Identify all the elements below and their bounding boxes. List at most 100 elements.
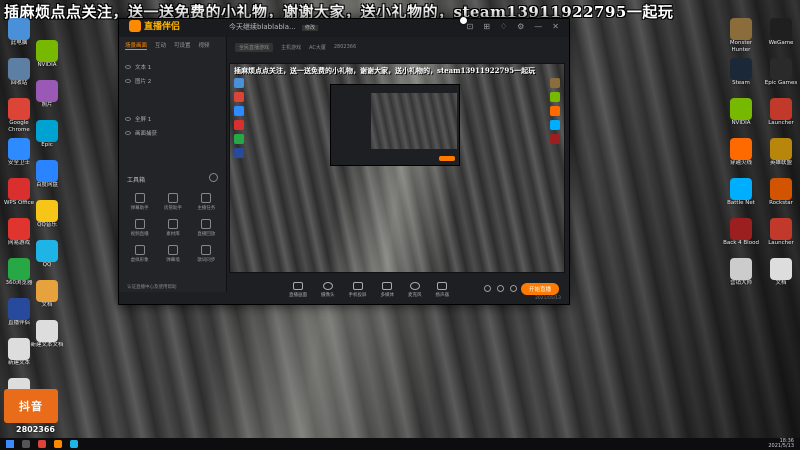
desktop-icon[interactable]: Back 4 Blood [722, 218, 760, 254]
desktop-icon-label: 新建文本文档 [30, 342, 64, 348]
desktop-icon[interactable]: Steam [722, 58, 760, 94]
desktop-icon-label: 营销大师 [729, 280, 752, 286]
scene-item[interactable]: 画面捕获 [119, 126, 226, 140]
close-icon[interactable]: ✕ [552, 22, 559, 31]
stream-title[interactable]: 今天继续blablabla... 修改 [229, 22, 318, 32]
game-icon [730, 18, 752, 40]
desktop-icon[interactable]: 营销大师 [722, 258, 760, 294]
tool-icon [201, 219, 212, 229]
desktop-icon[interactable]: Rockstar [762, 178, 800, 214]
scene-item[interactable]: 图片 2 [119, 74, 226, 88]
toolbox-item[interactable]: 弹幕墙 [156, 245, 189, 263]
desktop-icon[interactable]: QQ [28, 240, 66, 276]
eye-icon[interactable] [125, 131, 131, 135]
live-app-taskbar-icon[interactable] [54, 440, 62, 448]
toolbox-item[interactable]: 歌词同步 [190, 245, 223, 263]
gear-icon[interactable] [510, 285, 517, 292]
computer-icon [234, 78, 244, 88]
desktop-icon[interactable]: NVIDIA [28, 40, 66, 76]
qq-taskbar-icon[interactable] [70, 440, 78, 448]
app-logo-icon [129, 19, 141, 32]
desktop-icon[interactable]: NVIDIA [722, 98, 760, 134]
tool-label: 弹幕墙 [166, 258, 180, 263]
tab-interact[interactable]: 互动 [155, 41, 166, 50]
toolbox-item[interactable]: 直播回放 [190, 219, 223, 237]
sidebar-footer-link[interactable]: 认证直播中心及使用帮助 [127, 284, 177, 290]
scene-item[interactable]: 文本 1 [119, 60, 226, 74]
desktop-icon-label: 照片 [41, 102, 53, 108]
record-icon[interactable] [484, 285, 491, 292]
clock-date: 2021/5/13 [768, 443, 794, 449]
shop-icon[interactable]: ⊞ [483, 22, 490, 31]
battle-icon [550, 120, 560, 130]
desktop-icon[interactable]: 文档 [762, 258, 800, 294]
launcher-icon [770, 218, 792, 240]
minimize-icon[interactable]: — [534, 22, 542, 31]
toolbox-item[interactable]: 视频直播 [123, 219, 156, 237]
computer-icon [8, 18, 30, 40]
desktop-icon[interactable]: QQ音乐 [28, 200, 66, 236]
toolbox-item[interactable]: 主播任务 [190, 193, 223, 211]
system-clock[interactable]: 18:36 2021/5/13 [768, 439, 794, 449]
epic-icon [770, 58, 792, 80]
chrome-taskbar-icon[interactable] [38, 440, 46, 448]
stream-preview[interactable]: 插麻烦点点关注，送一送免费的小礼物，谢谢大家，送小礼物的，steam139119… [229, 63, 565, 273]
settings-icon[interactable]: ⚙ [517, 22, 524, 31]
desktop-icon[interactable]: WeGame [762, 18, 800, 54]
tab-settings[interactable]: 可设置 [174, 41, 191, 50]
eye-icon[interactable] [125, 117, 131, 121]
toolbox-settings-icon[interactable] [209, 173, 218, 182]
rockstar-icon [770, 178, 792, 200]
category-tag[interactable]: 全民直播游戏 [235, 42, 274, 52]
start-button-icon[interactable] [6, 440, 14, 448]
desktop-icon-label: Back 4 Blood [723, 240, 759, 246]
wegame-icon [770, 18, 792, 40]
mouse-cursor [460, 17, 467, 24]
window-controls: ⊡ ⊞ ♢ ⚙ — ✕ [467, 22, 559, 31]
edit-title-tag[interactable]: 修改 [301, 25, 318, 31]
scene-sidebar: 场景画面 互动 可设置 视频 文本 1 图片 2 全屏 1 画面捕获 工具箱 弹… [119, 37, 227, 292]
desktop-icon[interactable]: 新建文本文档 [28, 320, 66, 356]
subcategory-tag[interactable]: 主机游戏 [281, 44, 301, 51]
eye-icon[interactable] [125, 79, 131, 83]
desktop-icon[interactable]: Battle Net [722, 178, 760, 214]
effects-icon[interactable] [497, 285, 504, 292]
phone-icon [352, 282, 363, 290]
toolbox-item[interactable]: 房管助手 [156, 193, 189, 211]
desktop-icon[interactable]: 穿越火线 [722, 138, 760, 174]
desktop-icon[interactable]: 文档 [28, 280, 66, 316]
tab-scene[interactable]: 场景画面 [125, 41, 148, 50]
tool-label: 弹幕助手 [130, 206, 149, 211]
room-name: AC大厦 [309, 44, 326, 51]
toolbox-item[interactable]: 虚拟形象 [123, 245, 156, 263]
toolbox-grid: 弹幕助手 房管助手 主播任务视频直播 素材库 直播回放虚拟形象 弹幕墙 歌词同步 [123, 193, 223, 263]
desktop-icon[interactable]: 英雄联盟 [762, 138, 800, 174]
desktop-icon[interactable]: Monster Hunter [722, 18, 760, 54]
preview-icons-right [550, 78, 560, 144]
desktop-icon[interactable]: Epic [28, 120, 66, 156]
toolbox-title: 工具箱 [127, 177, 146, 184]
tool-icon [134, 193, 145, 203]
toolbox-item[interactable]: 素材库 [156, 219, 189, 237]
toolbox-item[interactable]: 弹幕助手 [123, 193, 156, 211]
bell-icon[interactable]: ♢ [500, 22, 507, 31]
tab-video[interactable]: 视频 [199, 41, 210, 50]
tool-label: 虚拟形象 [130, 258, 149, 263]
desktop-icon[interactable]: Launcher [762, 218, 800, 254]
gift-icon[interactable]: ⊡ [467, 22, 474, 31]
search-icon[interactable] [22, 440, 30, 448]
scene-item[interactable]: 全屏 1 [119, 112, 226, 126]
tool-icon [167, 245, 178, 255]
desktop-icons-right-2: WeGame Epic Games Launcher 英雄联盟 Rockstar Laun… [762, 18, 800, 294]
desktop-icon[interactable]: Epic Games [762, 58, 800, 94]
desktop-icon[interactable]: 百度网盘 [28, 160, 66, 196]
game-icon [730, 138, 752, 160]
browser-icon [234, 134, 244, 144]
desktop-icon[interactable]: 照片 [28, 80, 66, 116]
desktop-icon[interactable]: Launcher [762, 98, 800, 134]
preview-nested-app-window [330, 84, 460, 166]
play-icon [382, 282, 393, 290]
doc-icon [36, 280, 58, 302]
launcher-icon [770, 98, 792, 120]
eye-icon[interactable] [125, 65, 131, 69]
